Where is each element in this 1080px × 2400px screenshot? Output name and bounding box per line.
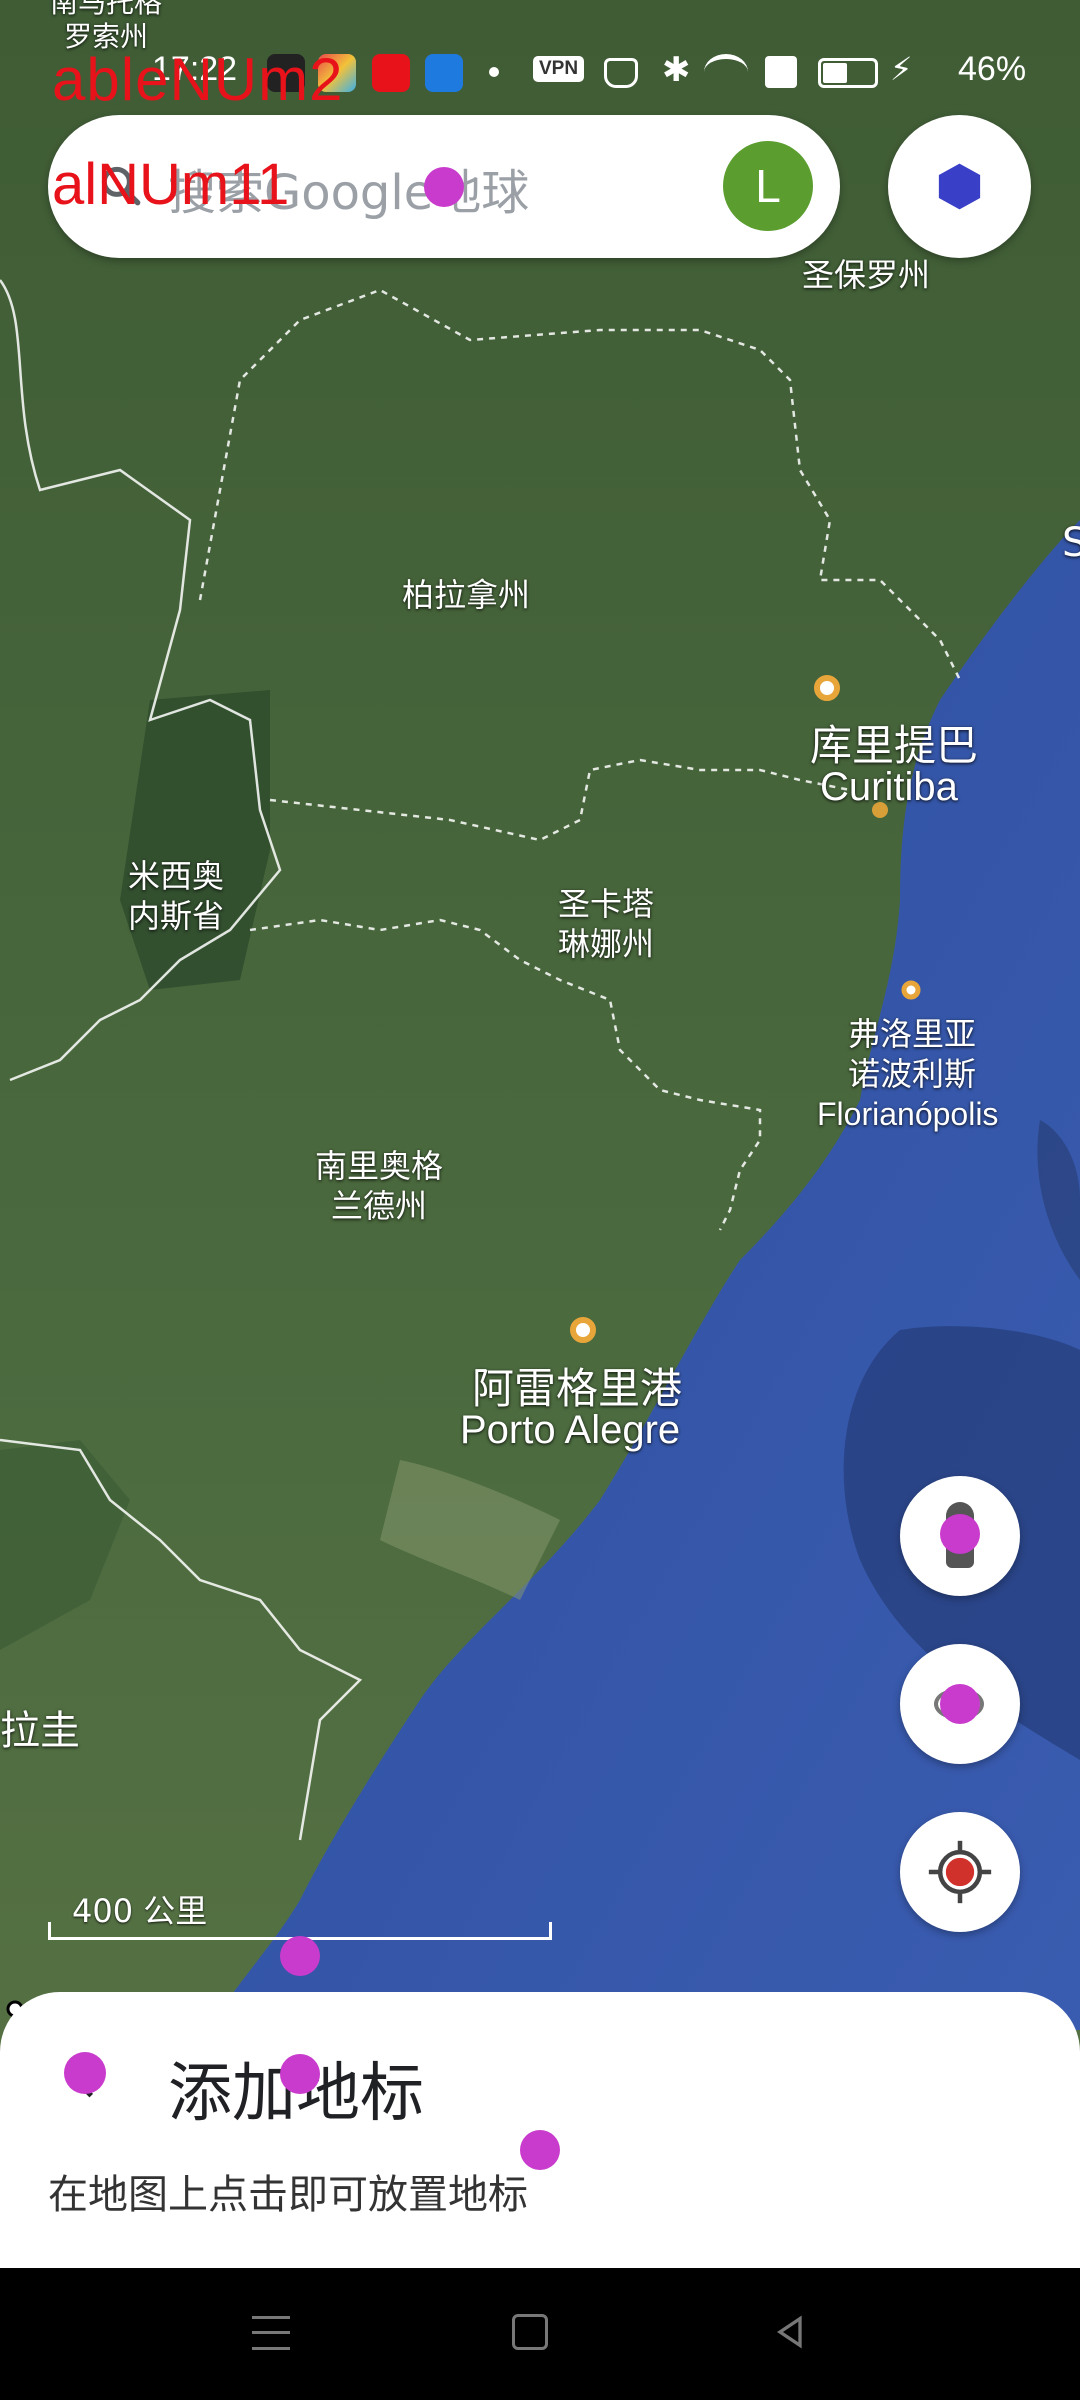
wifi-icon bbox=[704, 54, 748, 90]
charging-icon: ⚡ bbox=[890, 50, 913, 88]
map-label-mato-grosso-do-sul: 米西奥 内斯省 bbox=[128, 857, 225, 935]
crosshair-icon bbox=[928, 1840, 992, 1904]
map-label-parana: 柏拉拿州 bbox=[402, 576, 531, 614]
back-icon[interactable] bbox=[770, 2312, 810, 2356]
street-view-button[interactable] bbox=[900, 1476, 1020, 1596]
map-label-florianopolis-cn: 弗洛里亚 诺波利斯 bbox=[848, 1015, 977, 1093]
marker-dot bbox=[940, 1514, 980, 1554]
map-scale: 400 公里 bbox=[48, 1880, 552, 1940]
app-notification-icon bbox=[425, 54, 463, 92]
map-label-curitiba-cn: 库里提巴 bbox=[810, 721, 979, 770]
battery-icon bbox=[818, 58, 878, 88]
marker-dot bbox=[64, 2052, 106, 2094]
map-label-sao-paulo: 圣保罗州 bbox=[802, 256, 931, 294]
my-location-button[interactable] bbox=[900, 1812, 1020, 1932]
screen: 17:22 VPN ✱ ⚡ 46% ableNUm2 搜索Google地球 L … bbox=[0, 0, 1080, 2400]
avatar[interactable]: L bbox=[723, 141, 813, 231]
menu-icon[interactable] bbox=[252, 2316, 290, 2350]
app-notification-icon bbox=[372, 54, 410, 92]
add-placemark-sheet: 添加地标 在地图上点击即可放置地标 bbox=[0, 1992, 1080, 2268]
sheet-subtitle: 在地图上点击即可放置地标 bbox=[48, 2172, 528, 2218]
map-label-florianopolis-en: Florianópolis bbox=[817, 1096, 999, 1132]
view-toggle-button[interactable] bbox=[900, 1644, 1020, 1764]
mute-icon bbox=[604, 58, 638, 88]
map-label-uruguay: 拉圭 bbox=[0, 1708, 80, 1754]
marker-dot bbox=[940, 1684, 980, 1724]
marker-dot bbox=[280, 2054, 320, 2094]
map-label-santa-catarina: 圣卡塔 琳娜州 bbox=[558, 885, 655, 963]
battery-percent: 46% bbox=[958, 50, 1027, 88]
map-label-porto-alegre-cn: 阿雷格里港 bbox=[472, 1364, 683, 1413]
voyager-button[interactable] bbox=[888, 115, 1031, 258]
marker-dot bbox=[280, 1936, 320, 1976]
home-icon[interactable] bbox=[512, 2314, 548, 2350]
bluetooth-icon: ✱ bbox=[662, 50, 691, 90]
sim-icon bbox=[765, 56, 797, 88]
system-nav-bar bbox=[0, 2268, 1080, 2400]
map-label-edge: S bbox=[1062, 520, 1080, 566]
map-label-rio-grande-do-sul: 南里奥格 兰德州 bbox=[315, 1147, 444, 1225]
vpn-badge: VPN bbox=[533, 56, 585, 82]
voyager-icon bbox=[938, 163, 981, 210]
debug-overlay-search: alNUm11 bbox=[52, 152, 290, 217]
debug-overlay-title: ableNUm2 bbox=[52, 46, 344, 113]
map-label-curitiba-en: Curitiba bbox=[820, 765, 958, 809]
notification-dot-icon bbox=[489, 67, 499, 77]
map-label-porto-alegre-en: Porto Alegre bbox=[460, 1408, 681, 1452]
map-label-top-left: 南马托格 罗索州 bbox=[50, 0, 163, 53]
marker-dot bbox=[424, 167, 464, 207]
